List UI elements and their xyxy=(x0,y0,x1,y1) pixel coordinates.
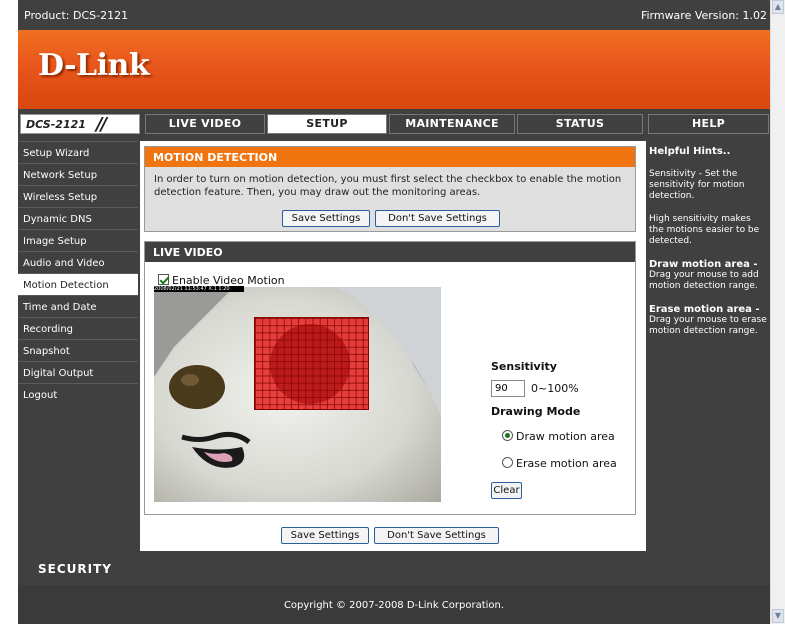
sidebar-item-logout[interactable]: Logout xyxy=(18,383,138,405)
sidebar-item-setup-wizard[interactable]: Setup Wizard xyxy=(18,141,138,163)
save-settings-button-bottom[interactable]: Save Settings xyxy=(281,527,369,544)
sidebar-item-digital-output[interactable]: Digital Output xyxy=(18,361,138,383)
hint-draw-title: Draw motion area - xyxy=(649,259,758,270)
footer: Copyright © 2007-2008 D-Link Corporation… xyxy=(18,585,770,624)
scroll-up-icon[interactable]: ▲ xyxy=(772,0,784,14)
security-label: SECURITY xyxy=(38,562,112,576)
motion-target-circle xyxy=(270,324,350,404)
model-badge: DCS-2121 // xyxy=(20,114,140,135)
video-timestamp: 2008/02/21 11:53:47 X:1 1:20 xyxy=(154,286,244,292)
sidebar-item-recording[interactable]: Recording xyxy=(18,317,138,339)
enable-video-motion-checkbox[interactable] xyxy=(158,274,169,285)
camera-admin-page: Product: DCS-2121 Firmware Version: 1.02… xyxy=(18,0,770,624)
sensitivity-range: 0~100% xyxy=(531,382,579,395)
sidebar-item-audio-video[interactable]: Audio and Video xyxy=(18,251,138,273)
firmware-label: Firmware Version: 1.02 xyxy=(640,9,767,22)
sidebar-item-motion-detection[interactable]: Motion Detection xyxy=(18,273,138,295)
hint-draw-text: Drag your mouse to add motion detection … xyxy=(649,270,759,291)
sidebar-item-time-date[interactable]: Time and Date xyxy=(18,295,138,317)
copyright-text: Copyright © 2007-2008 D-Link Corporation… xyxy=(283,600,505,611)
sensitivity-label: Sensitivity xyxy=(491,360,557,373)
hint-erase-title: Erase motion area - xyxy=(649,304,760,315)
motion-detection-title: MOTION DETECTION xyxy=(145,147,635,167)
sidebar-item-snapshot[interactable]: Snapshot xyxy=(18,339,138,361)
sensitivity-input[interactable]: 90 xyxy=(491,380,525,397)
slash-icon: // xyxy=(96,114,107,135)
left-margin xyxy=(0,0,18,624)
tab-help[interactable]: HELP xyxy=(648,114,769,134)
drawing-mode-label: Drawing Mode xyxy=(491,405,581,418)
dont-save-settings-button-top[interactable]: Don't Save Settings xyxy=(375,210,500,227)
sidebar-item-dynamic-dns[interactable]: Dynamic DNS xyxy=(18,207,138,229)
helpful-hints-panel: Helpful Hints.. Sensitivity - Set the se… xyxy=(646,141,770,551)
hint-erase-text: Drag your mouse to erase motion detectio… xyxy=(649,315,767,336)
dlink-logo: D-Link xyxy=(38,48,150,83)
model-label: DCS-2121 xyxy=(26,118,86,131)
tab-status[interactable]: STATUS xyxy=(517,114,643,134)
tab-live-video[interactable]: LIVE VIDEO xyxy=(145,114,265,134)
motion-area-grid[interactable] xyxy=(254,317,369,410)
sidebar-item-wireless-setup[interactable]: Wireless Setup xyxy=(18,185,138,207)
erase-motion-area-option[interactable]: Erase motion area xyxy=(502,457,617,470)
vertical-scrollbar[interactable]: ▲ ▼ xyxy=(770,0,785,624)
tab-maintenance[interactable]: MAINTENANCE xyxy=(389,114,515,134)
draw-motion-area-option[interactable]: Draw motion area xyxy=(502,430,615,443)
live-video-panel: LIVE VIDEO Enable Video Motion 2008/02/2… xyxy=(144,241,636,515)
browser-viewport: Product: DCS-2121 Firmware Version: 1.02… xyxy=(0,0,785,624)
top-info-bar: Product: DCS-2121 Firmware Version: 1.02 xyxy=(18,0,770,30)
live-video-title: LIVE VIDEO xyxy=(145,242,635,262)
scroll-down-icon[interactable]: ▼ xyxy=(772,609,784,623)
main-content: MOTION DETECTION In order to turn on mot… xyxy=(140,141,646,551)
sidebar-item-network-setup[interactable]: Network Setup xyxy=(18,163,138,185)
live-video-canvas[interactable] xyxy=(154,287,441,502)
erase-radio-icon[interactable] xyxy=(502,457,513,468)
sidebar-item-image-setup[interactable]: Image Setup xyxy=(18,229,138,251)
erase-motion-area-label: Erase motion area xyxy=(516,457,617,470)
clear-button[interactable]: Clear xyxy=(491,482,522,499)
motion-detection-description: In order to turn on motion detection, yo… xyxy=(154,174,622,198)
motion-detection-panel: MOTION DETECTION In order to turn on mot… xyxy=(144,146,636,232)
main-nav: DCS-2121 // LIVE VIDEO SETUP MAINTENANCE… xyxy=(18,112,770,136)
hint-high-sensitivity: High sensitivity makes the motions easie… xyxy=(649,214,760,246)
draw-motion-area-label: Draw motion area xyxy=(516,430,615,443)
product-label: Product: DCS-2121 xyxy=(24,9,129,22)
sidebar: Setup Wizard Network Setup Wireless Setu… xyxy=(18,141,138,551)
brand-banner: D-Link xyxy=(18,30,770,109)
hint-sensitivity: Sensitivity - Set the sensitivity for mo… xyxy=(649,169,745,201)
tab-setup[interactable]: SETUP xyxy=(267,114,387,134)
security-bar: SECURITY xyxy=(18,551,770,585)
dont-save-settings-button-bottom[interactable]: Don't Save Settings xyxy=(374,527,499,544)
hints-title: Helpful Hints.. xyxy=(649,146,731,157)
draw-radio-icon[interactable] xyxy=(502,430,513,441)
save-settings-button-top[interactable]: Save Settings xyxy=(282,210,370,227)
